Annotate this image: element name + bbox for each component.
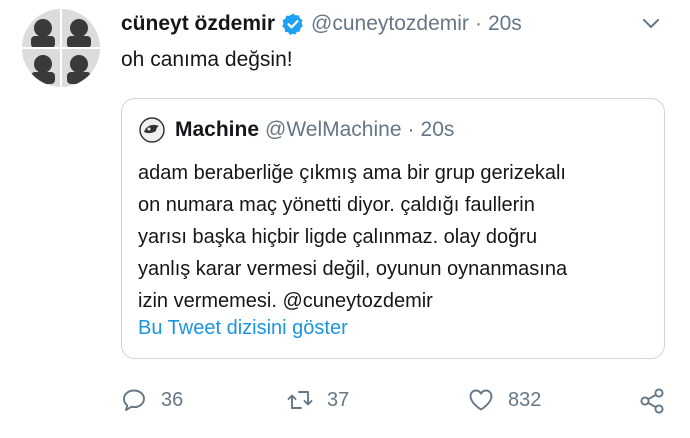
like-count: 832 <box>508 388 542 411</box>
tweet-header: cüneyt özdemir @cuneytozdemir · 20s <box>121 10 630 38</box>
quoted-tweet-header: Machine @WelMachine · 20s <box>139 117 454 143</box>
verified-badge-icon <box>281 12 305 36</box>
timestamp[interactable]: 20s <box>488 12 522 36</box>
show-thread-link[interactable]: Bu Tweet dizisini göster <box>138 317 348 340</box>
reply-icon <box>123 389 145 411</box>
heart-icon <box>469 389 493 411</box>
avatar[interactable] <box>22 9 100 87</box>
quoted-avatar <box>139 117 165 143</box>
share-icon <box>640 388 664 414</box>
quoted-display-name: Machine <box>175 118 260 141</box>
display-name[interactable]: cüneyt özdemir <box>121 12 275 36</box>
tweet: cüneyt özdemir @cuneytozdemir · 20s oh c… <box>0 0 690 438</box>
retweet-icon <box>287 391 313 409</box>
quoted-text-line: yanlış karar vermesi değil, oyunun oynan… <box>138 258 568 280</box>
like-button[interactable]: 832 <box>468 387 541 413</box>
quoted-text-line: yarısı başka hiçbir ligde çalınmaz. olay… <box>138 226 538 248</box>
separator: · <box>474 12 482 35</box>
reply-button[interactable]: 36 <box>121 387 183 413</box>
chevron-down-icon[interactable] <box>640 12 662 34</box>
tweet-text: oh canıma değsin! <box>121 48 293 71</box>
quoted-text-line: adam beraberliğe çıkmış ama bir grup ger… <box>138 162 566 184</box>
retweet-count: 37 <box>327 388 350 411</box>
quoted-timestamp: 20s <box>420 118 455 141</box>
quoted-handle: @WelMachine <box>265 118 402 141</box>
action-bar: 36 37 832 <box>0 383 690 423</box>
retweet-button[interactable]: 37 <box>287 387 349 413</box>
quoted-text-line: izin vermemesi. @cuneytozdemir <box>138 290 433 312</box>
quoted-tweet[interactable]: Machine @WelMachine · 20s adam beraberli… <box>121 98 665 359</box>
quoted-text-line: on numara maç yönetti diyor. çaldığı fau… <box>138 194 535 216</box>
quoted-tweet-text: adam beraberliğe çıkmış ama bir grup ger… <box>138 157 648 317</box>
reply-count: 36 <box>161 388 184 411</box>
handle[interactable]: @cuneytozdemir <box>311 12 469 36</box>
share-button[interactable] <box>638 387 666 415</box>
quoted-separator: · <box>407 118 415 141</box>
